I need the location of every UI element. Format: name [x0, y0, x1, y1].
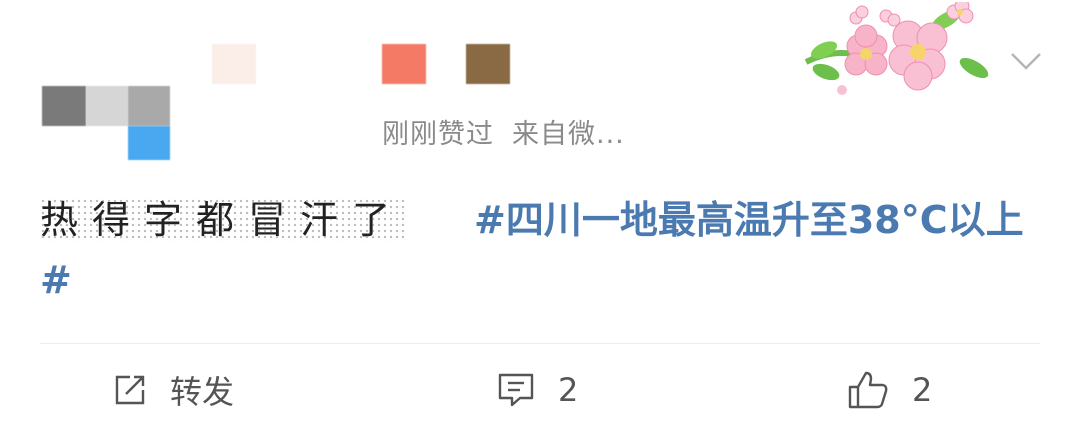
- post-content: 热得字都冒汗了 #四川一地最高温升至38°C以上#: [40, 190, 1040, 310]
- like-count: 2: [912, 371, 933, 409]
- blurred-username-block: [212, 44, 256, 84]
- comment-icon: [498, 373, 534, 407]
- blurred-avatar[interactable]: [42, 86, 86, 126]
- blurred-avatar[interactable]: [128, 126, 170, 160]
- thumbs-up-icon: [848, 371, 888, 409]
- repost-icon: [115, 375, 145, 405]
- repost-label: 转发: [170, 373, 235, 411]
- post-time: 刚刚赞过: [382, 119, 494, 150]
- like-button[interactable]: 2: [846, 365, 932, 415]
- blurred-username-block: [382, 44, 426, 84]
- blurred-username-block: [466, 44, 510, 84]
- cherry-blossom-icon: [804, 2, 989, 95]
- divider: [40, 343, 1040, 344]
- repost-button[interactable]: 转发: [112, 365, 234, 415]
- post-text: 热得字都冒汗了: [40, 198, 405, 242]
- post-source[interactable]: 来自微...: [512, 119, 625, 150]
- post-meta: 刚刚赞过 来自微...: [382, 112, 625, 151]
- blurred-avatar[interactable]: [86, 86, 128, 126]
- comment-count: 2: [558, 371, 579, 409]
- comment-button[interactable]: 2: [496, 365, 578, 415]
- blurred-avatar[interactable]: [128, 86, 170, 126]
- chevron-down-icon[interactable]: [1008, 48, 1044, 74]
